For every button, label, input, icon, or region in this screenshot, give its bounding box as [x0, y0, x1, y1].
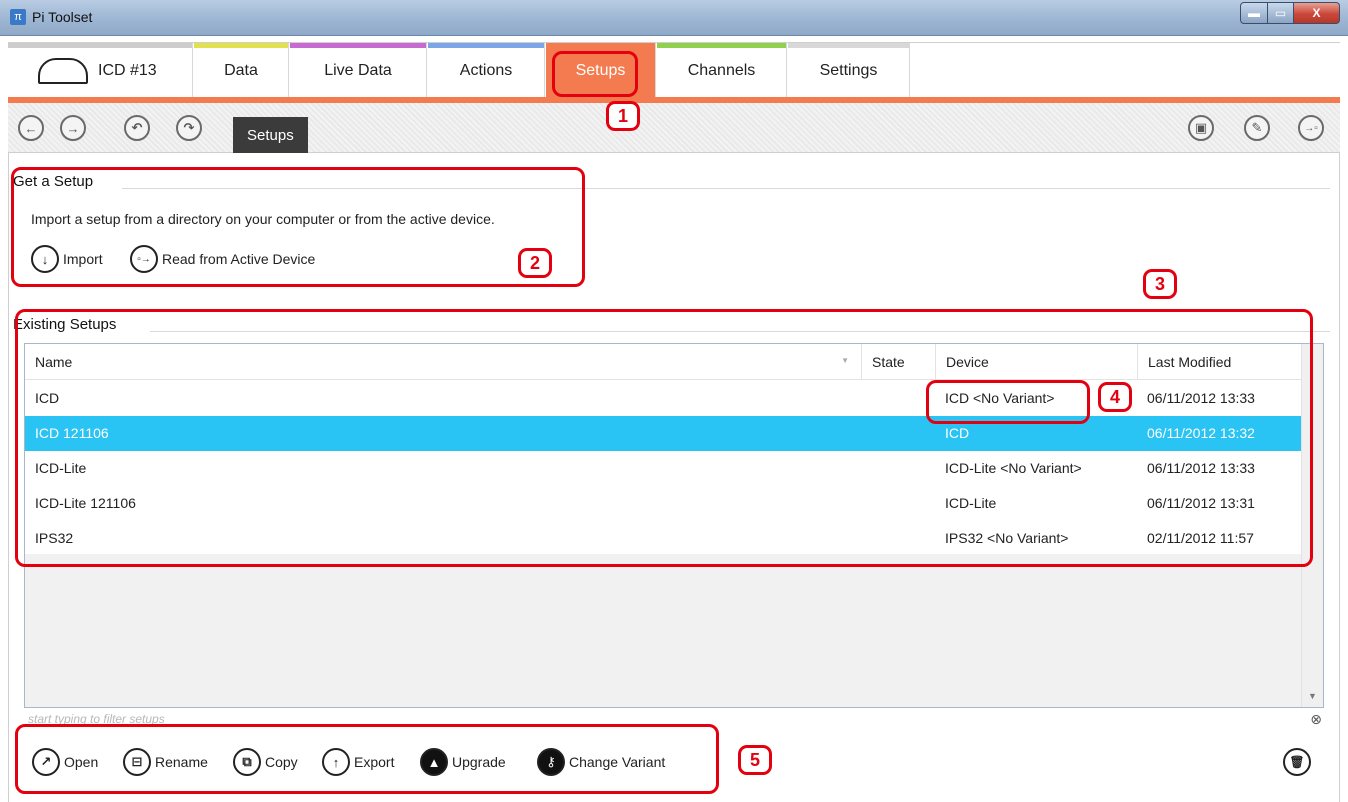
scroll-down-icon[interactable]: ▼ [1308, 691, 1317, 701]
tab-channels-label: Channels [687, 61, 756, 79]
breadcrumb[interactable]: Setups [233, 117, 308, 153]
tab-stripe [194, 43, 288, 48]
save-icon[interactable]: ▣ [1188, 115, 1214, 141]
callout-badge-5: 5 [738, 745, 772, 775]
tab-actions-label: Actions [459, 61, 513, 79]
tab-device[interactable]: ICD #13 [8, 43, 193, 98]
undo-icon[interactable]: ↶ [124, 115, 150, 141]
tab-stripe [788, 43, 909, 48]
tab-settings-label: Settings [819, 61, 878, 79]
forward-icon[interactable]: → [60, 115, 86, 141]
tab-channels[interactable]: Channels [657, 43, 787, 98]
tab-stripe [657, 43, 786, 48]
send-to-device-icon[interactable]: →▫ [1298, 115, 1324, 141]
save-as-icon[interactable]: ✎ [1244, 115, 1270, 141]
tab-live-data[interactable]: Live Data [290, 43, 427, 98]
tab-stripe [546, 43, 655, 48]
clear-filter-icon[interactable]: ⊗ [1310, 711, 1322, 728]
tab-actions[interactable]: Actions [428, 43, 545, 98]
callout-box-2 [11, 167, 585, 287]
title-bar: π Pi Toolset ▬ ▭ X [0, 0, 1348, 36]
main-tab-bar: ICD #13 Data Live Data Actions Setups Ch… [8, 42, 1340, 98]
callout-badge-4: 4 [1098, 382, 1132, 412]
toolbar: ← → ↶ ↷ Setups ▣ ✎ →▫ [8, 103, 1340, 153]
callout-badge-2: 2 [518, 248, 552, 278]
callout-badge-1: 1 [606, 101, 640, 131]
app-icon: π [10, 9, 26, 25]
callout-box-1 [552, 51, 638, 97]
table-empty-area [25, 554, 1301, 707]
callout-badge-3: 3 [1143, 269, 1177, 299]
minimize-button[interactable]: ▬ [1240, 2, 1268, 24]
tab-stripe [290, 43, 426, 48]
tab-data-label: Data [224, 61, 258, 79]
window-controls: ▬ ▭ X [1240, 2, 1340, 24]
tab-live-data-label: Live Data [324, 61, 392, 79]
delete-button[interactable]: 🗑 [1283, 748, 1315, 776]
tab-stripe [428, 43, 544, 48]
tab-data[interactable]: Data [194, 43, 289, 98]
tab-stripe [8, 43, 192, 48]
close-button[interactable]: X [1294, 2, 1340, 24]
tab-device-label: ICD #13 [98, 61, 157, 79]
callout-box-5 [15, 724, 719, 794]
trash-icon: 🗑 [1283, 748, 1311, 776]
window-title: Pi Toolset [32, 9, 93, 25]
redo-icon[interactable]: ↷ [176, 115, 202, 141]
callout-box-3 [15, 309, 1313, 567]
maximize-button[interactable]: ▭ [1268, 2, 1294, 24]
callout-box-4 [926, 380, 1090, 424]
device-icon [38, 57, 88, 84]
tab-settings[interactable]: Settings [788, 43, 910, 98]
back-icon[interactable]: ← [18, 115, 44, 141]
